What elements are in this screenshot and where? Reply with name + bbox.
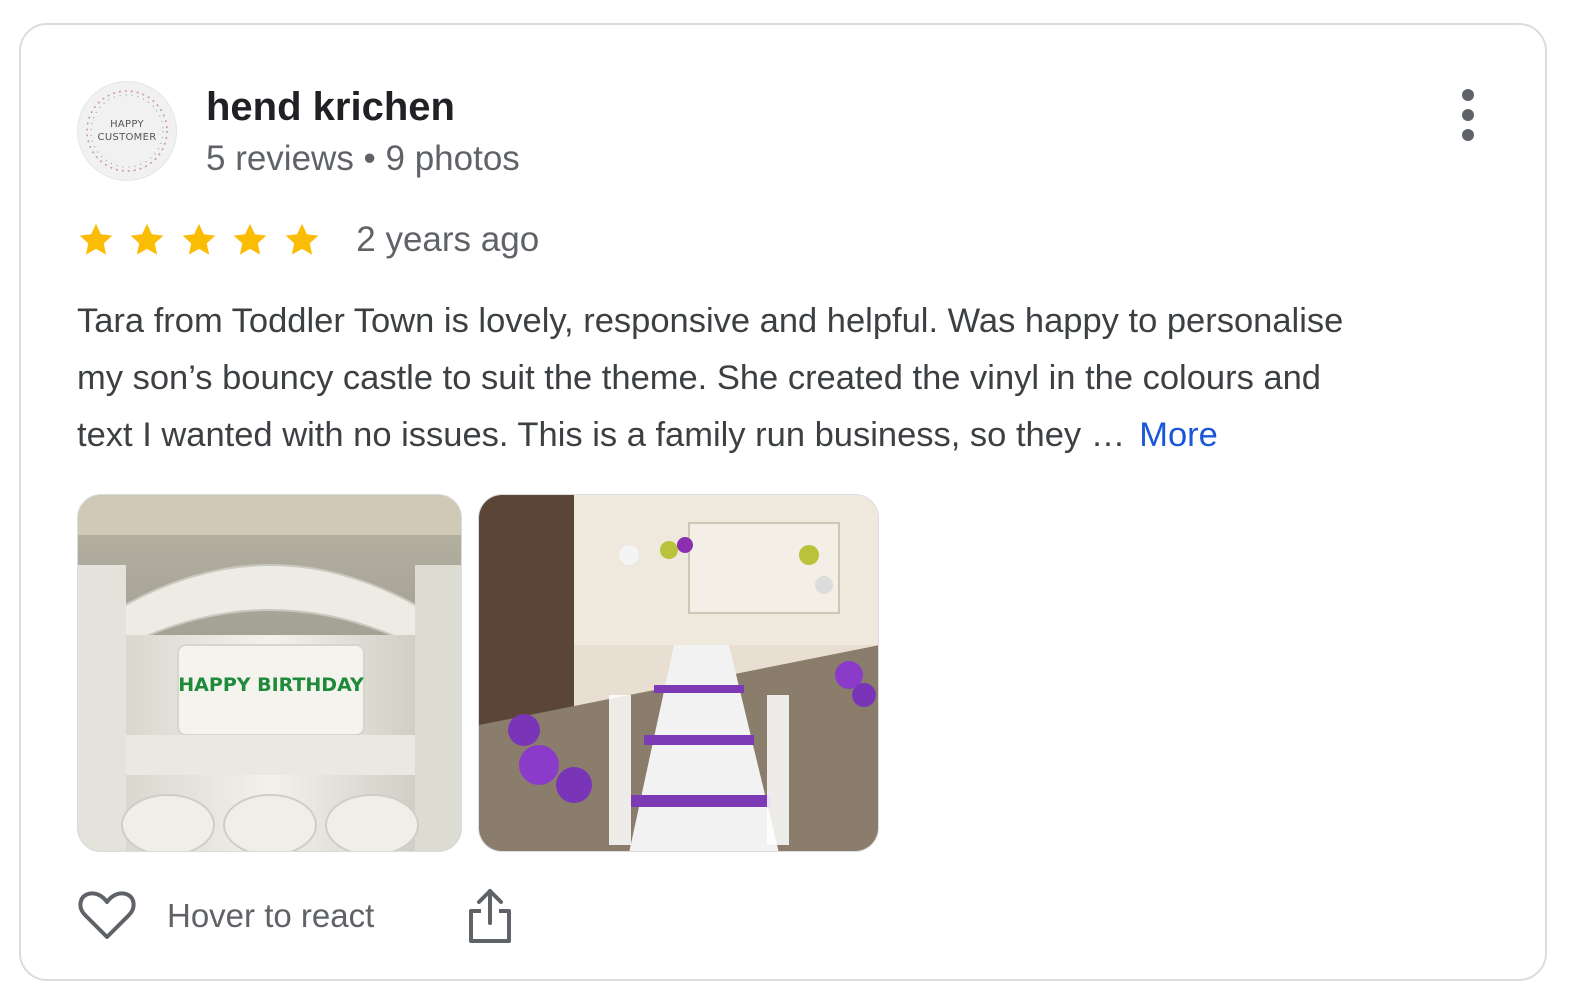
heart-outline-icon bbox=[78, 891, 136, 939]
more-link[interactable]: More bbox=[1139, 416, 1218, 454]
review-text-line: my son’s bouncy castle to suit the theme… bbox=[77, 359, 1321, 397]
photo-party-room-image bbox=[479, 495, 878, 851]
review-text-line-last: text I wanted with no issues. This is a … bbox=[77, 407, 1507, 464]
avatar[interactable]: HAPPY CUSTOMER bbox=[77, 81, 177, 181]
avatar-text-line1: HAPPY bbox=[110, 119, 144, 130]
review-text-line: text I wanted with no issues. This is a … bbox=[77, 416, 1126, 454]
avatar-label: HAPPY CUSTOMER bbox=[78, 118, 176, 144]
author-meta: 5 reviews • 9 photos bbox=[206, 139, 520, 178]
star-icon bbox=[131, 223, 164, 255]
review-photo-bouncy-castle[interactable]: HAPPY BIRTHDAY bbox=[77, 494, 462, 852]
rating-row: 2 years ago bbox=[77, 220, 539, 268]
share-button[interactable] bbox=[465, 885, 515, 945]
review-photo-party-room[interactable] bbox=[478, 494, 879, 852]
photo-bouncy-castle-image: HAPPY BIRTHDAY bbox=[78, 495, 461, 851]
more-options-button[interactable] bbox=[1446, 83, 1490, 147]
star-icon bbox=[234, 223, 267, 255]
more-vertical-icon-dot bbox=[1462, 109, 1474, 121]
star-icon bbox=[182, 223, 216, 255]
avatar-text-line2: CUSTOMER bbox=[97, 132, 157, 143]
review-card: HAPPY CUSTOMER hend krichen 5 reviews • … bbox=[19, 23, 1547, 981]
more-vertical-icon-dot bbox=[1462, 129, 1474, 141]
more-vertical-icon bbox=[1462, 89, 1474, 101]
review-time: 2 years ago bbox=[356, 220, 540, 259]
review-body: Tara from Toddler Town is lovely, respon… bbox=[77, 293, 1507, 464]
author-name[interactable]: hend krichen bbox=[206, 81, 455, 133]
react-button[interactable]: Hover to react bbox=[77, 885, 407, 945]
react-label: Hover to react bbox=[167, 897, 375, 934]
star-icon bbox=[285, 223, 319, 255]
star-icon bbox=[79, 223, 113, 255]
star-rating bbox=[77, 221, 330, 259]
review-text-line: Tara from Toddler Town is lovely, respon… bbox=[77, 302, 1344, 340]
share-icon bbox=[469, 889, 511, 943]
bouncy-castle-banner-text: HAPPY BIRTHDAY bbox=[178, 674, 364, 696]
